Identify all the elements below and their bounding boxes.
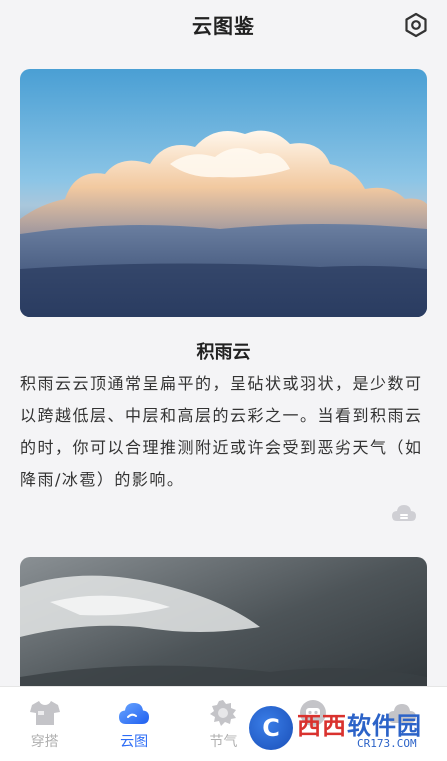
cloud-description: 积雨云云顶通常呈扁平的，呈砧状或羽状，是少数可以跨越低层、中层和高层的云彩之一。… <box>20 374 423 489</box>
tab-cloud[interactable]: 云图 <box>89 687 178 761</box>
shirt-icon <box>29 697 61 729</box>
cloud-icon <box>118 697 150 729</box>
cloud-list[interactable]: 积雨云 积雨云云顶通常呈扁平的，呈砧状或羽状，是少数可以跨越低层、中层和高层的云… <box>0 48 447 686</box>
cloud-download-icon[interactable] <box>391 502 417 524</box>
tab-outfit[interactable]: 穿搭 <box>0 687 89 761</box>
watermark-logo-letter: C <box>262 714 280 742</box>
watermark-logo: C <box>249 706 293 750</box>
watermark-main-b: 软件园 <box>347 712 422 740</box>
page-title: 云图鉴 <box>192 13 255 38</box>
tab-label: 云图 <box>120 734 149 750</box>
sun-icon <box>207 697 239 729</box>
watermark-sub: CR173.COM <box>357 737 417 750</box>
tab-label: 穿搭 <box>30 734 59 750</box>
watermark-text: 西西软件园 CR173.COM <box>297 706 422 750</box>
header: 云图鉴 <box>0 0 447 48</box>
watermark-main-a: 西西 <box>297 712 347 740</box>
site-watermark: C 西西软件园 CR173.COM <box>249 700 439 756</box>
hexagon-gear-icon[interactable] <box>403 12 429 38</box>
tab-label: 节气 <box>209 734 238 750</box>
storm-cloud-photo[interactable] <box>20 557 427 686</box>
cloud-name: 积雨云 <box>196 342 251 363</box>
cumulonimbus-photo[interactable] <box>20 69 427 317</box>
